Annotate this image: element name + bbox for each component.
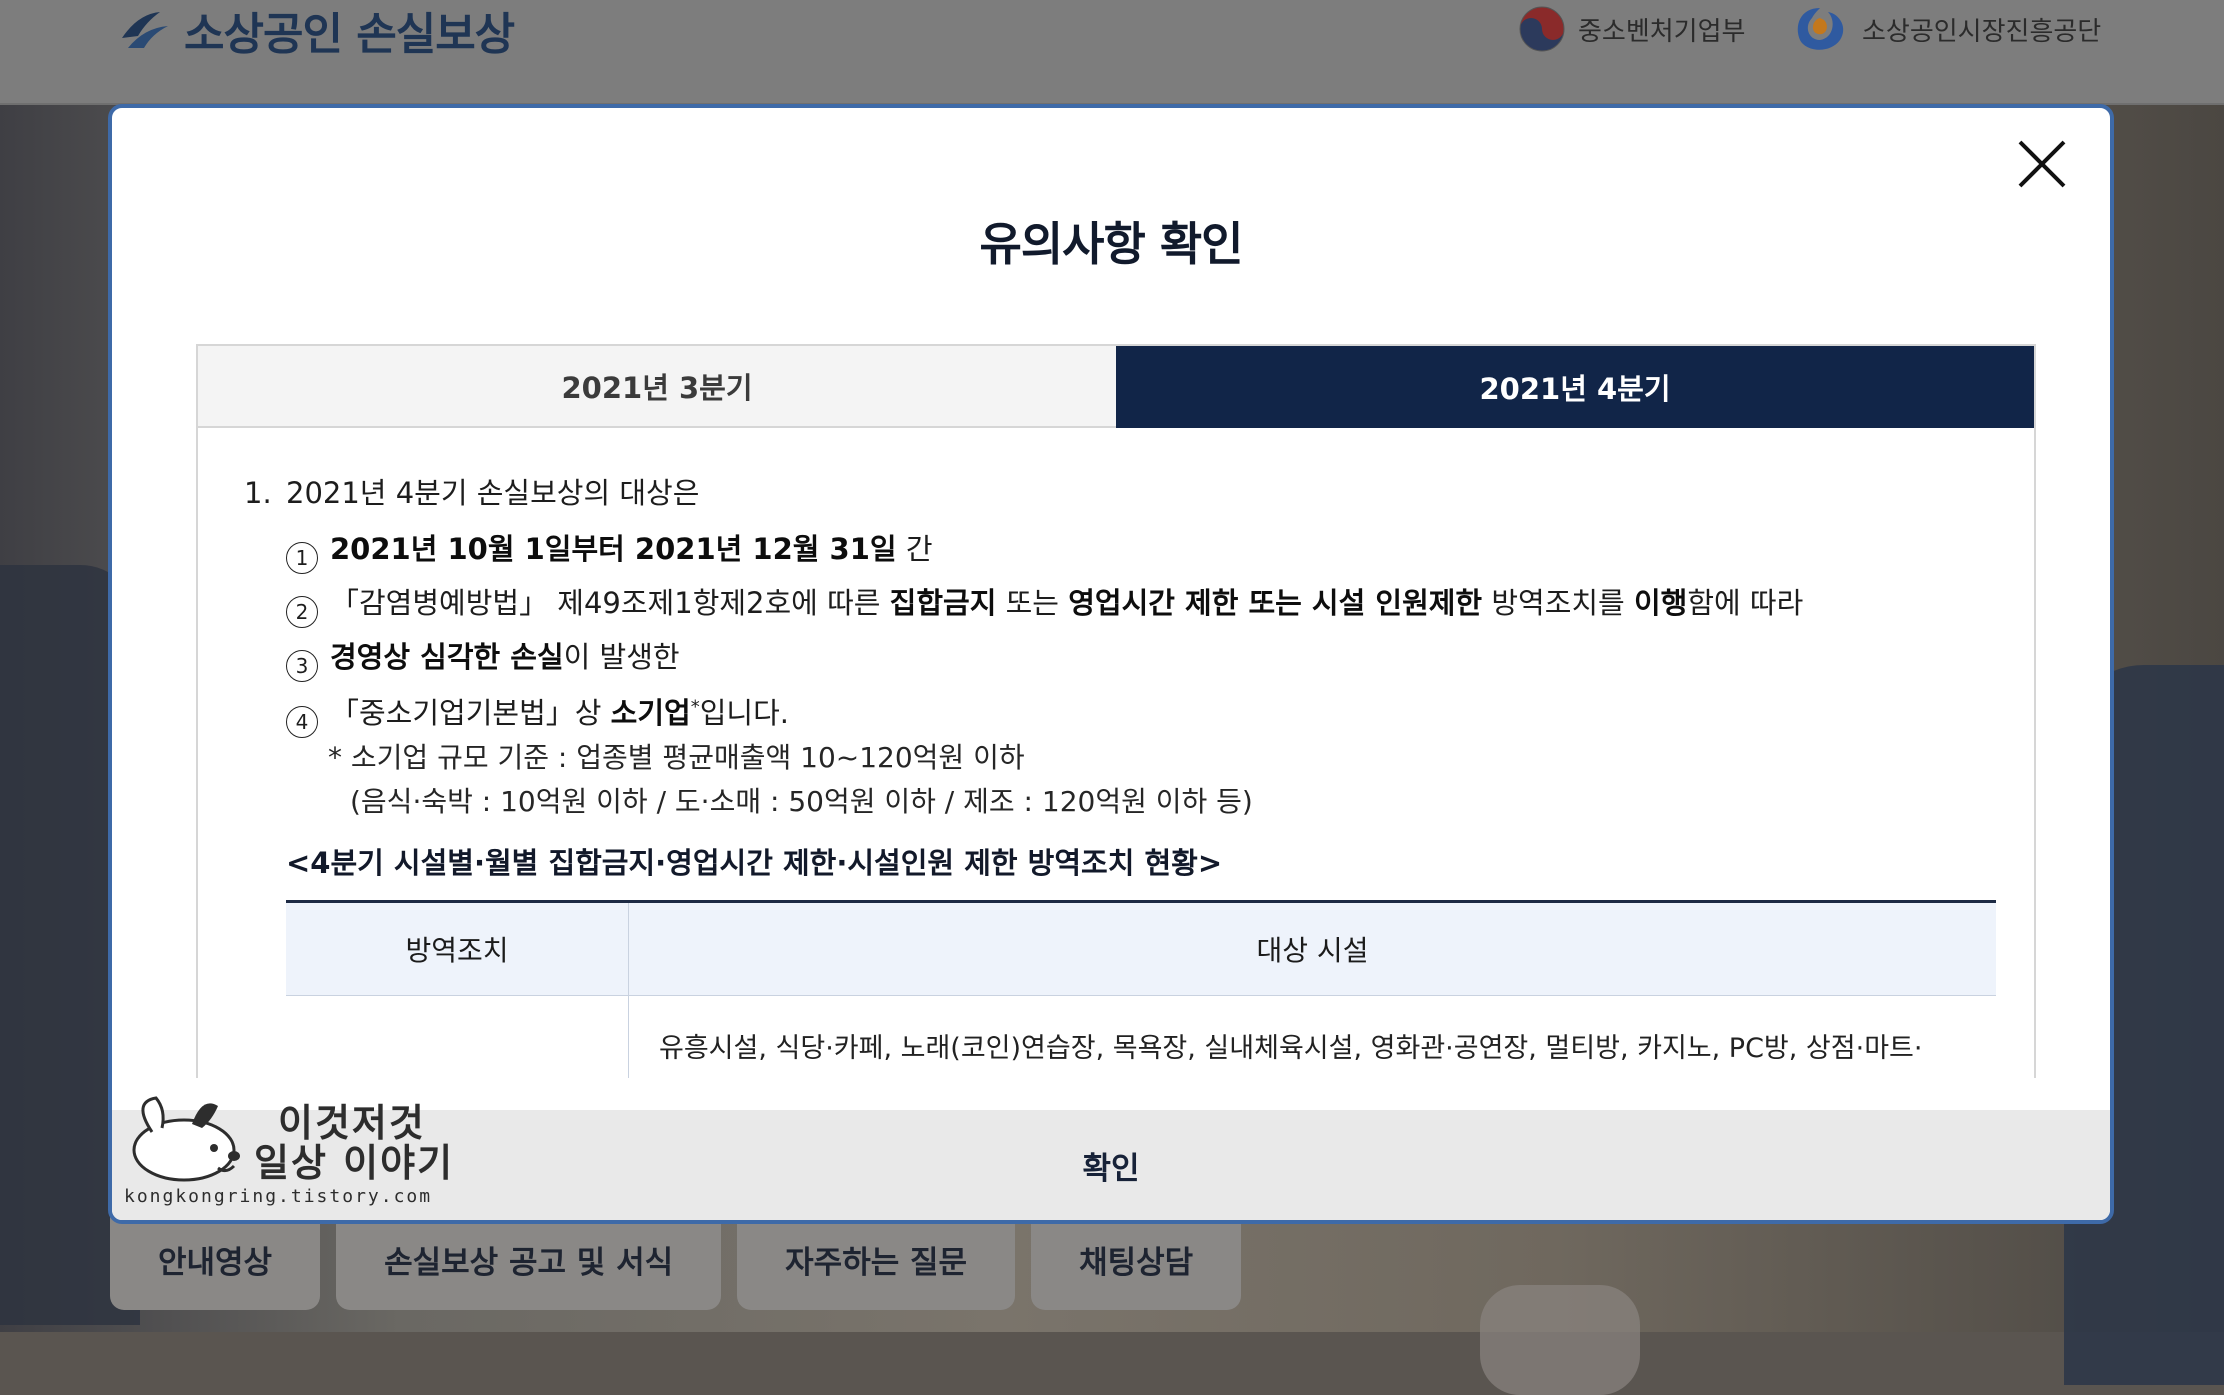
site-header: 소상공인 손실보상 중소벤처기업부 소상공인시장진흥공단 <box>0 0 2224 105</box>
condition-3: 3 경영상 심각한 손실이 발생한 <box>286 634 680 682</box>
item-number: 1. <box>244 476 272 510</box>
table-row: 유흥시설, 식당·카페, 노래(코인)연습장, 목욕장, 실내체육시설, 영화관… <box>286 996 1996 1078</box>
partner-name: 소상공인시장진흥공단 <box>1862 16 2102 47</box>
circle-number-2: 2 <box>286 596 318 628</box>
dog-mascot-icon <box>132 1096 240 1182</box>
table-header-measure: 방역조치 <box>286 903 629 995</box>
partner-mss[interactable]: 중소벤처기업부 <box>1518 0 1745 58</box>
notice-content[interactable]: 1. 2021년 4분기 손실보상의 대상은 1 2021년 10월 1일부터 20… <box>196 428 2036 1078</box>
tab-q4[interactable]: 2021년 4분기 <box>1116 346 2034 428</box>
table-title: <4분기 시설별·월별 집합금지·영업시간 제한·시설인원 제한 방역조치 현황… <box>286 846 1223 880</box>
close-icon[interactable] <box>2014 136 2070 192</box>
notice-item-1: 1. 2021년 4분기 손실보상의 대상은 <box>244 470 699 512</box>
partner-semas[interactable]: 소상공인시장진흥공단 <box>1790 0 2101 58</box>
site-logo[interactable]: 소상공인 손실보상 <box>118 0 515 60</box>
taegeuk-icon <box>1519 6 1565 52</box>
blog-watermark: 이것저것 일상 이야기 kongkongring.tistory.com <box>118 1088 458 1212</box>
table-header-row: 방역조치 대상 시설 <box>286 903 1996 996</box>
semas-logo-icon <box>1797 8 1844 50</box>
table-cell <box>286 996 629 1078</box>
measures-table: 방역조치 대상 시설 유흥시설, 식당·카페, 노래(코인)연습장, 목욕장, … <box>286 900 1996 1078</box>
condition-2: 2 「감염병예방법」 제49조제1항제2호에 따른 집합금지 또는 영업시간 제한… <box>286 580 1803 628</box>
item-text: 2021년 4분기 손실보상의 대상은 <box>286 476 700 510</box>
circle-number-3: 3 <box>286 650 318 682</box>
quarter-tabs: 2021년 3분기 2021년 4분기 <box>196 344 2036 428</box>
table-header-facility: 대상 시설 <box>1256 934 1369 967</box>
condition-4: 4 「중소기업기본법」상 소기업*입니다. <box>286 690 789 738</box>
notice-modal: 유의사항 확인 2021년 3분기 2021년 4분기 1. 2021년 4분기 … <box>108 104 2114 1224</box>
logo-mark-icon <box>122 12 168 48</box>
partner-name: 중소벤처기업부 <box>1578 16 1746 47</box>
condition-1: 1 2021년 10월 1일부터 2021년 12월 31일 간 <box>286 526 933 574</box>
tab-q3[interactable]: 2021년 3분기 <box>198 346 1116 428</box>
watermark-line2: 일상 이야기 <box>254 1141 455 1185</box>
background-object <box>1480 1285 1640 1395</box>
size-criteria-detail: (음식·숙박 : 10억원 이하 / 도·소매 : 50억원 이하 / 제조 :… <box>350 785 1253 818</box>
circle-number-4: 4 <box>286 706 318 738</box>
circle-number-1: 1 <box>286 542 318 574</box>
logo-text: 소상공인 손실보상 <box>184 9 515 60</box>
modal-title: 유의사항 확인 <box>979 217 1244 271</box>
size-criteria-note: * 소기업 규모 기준 : 업종별 평균매출액 10~120억원 이하 <box>328 741 1025 774</box>
table-cell-facilities: 유흥시설, 식당·카페, 노래(코인)연습장, 목욕장, 실내체육시설, 영화관… <box>659 1033 1923 1064</box>
watermark-url: kongkongring.tistory.com <box>124 1186 433 1207</box>
